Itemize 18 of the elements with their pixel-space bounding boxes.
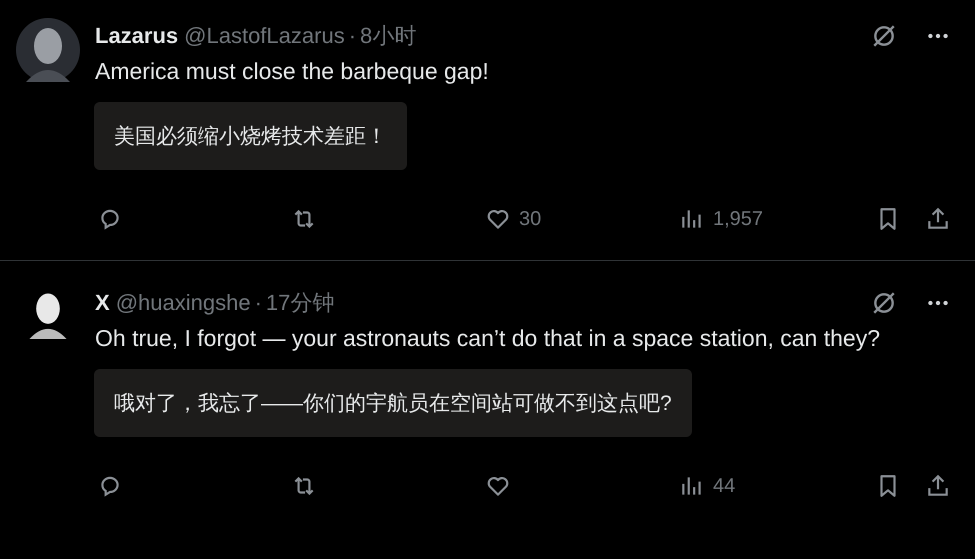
separator-dot: ·: [254, 290, 262, 316]
post-text: Oh true, I forgot — your astronauts can’t do that in a space station, can they?: [95, 324, 881, 353]
post-text: America must close the barbeque gap!: [95, 57, 490, 86]
author-handle[interactable]: @LastofLazarus: [184, 23, 345, 49]
slashed-circle-icon[interactable]: [871, 290, 897, 316]
view-count: 44: [713, 474, 736, 498]
separator-dot: ·: [348, 23, 356, 49]
slashed-circle-icon[interactable]: [871, 23, 897, 49]
author-name[interactable]: X: [95, 290, 110, 316]
post-time[interactable]: 17分钟: [266, 288, 334, 318]
translation-text: 美国必须缩小烧烤技术差距！: [94, 102, 407, 170]
post-time[interactable]: 8小时: [360, 21, 416, 51]
translation-text: 哦对了，我忘了——你们的宇航员在空间站可做不到这点吧?: [94, 369, 692, 437]
view-count: 1,957: [713, 208, 764, 230]
author-handle[interactable]: @huaxingshe: [116, 290, 251, 316]
avatar[interactable]: [16, 18, 80, 82]
like-count: 30: [519, 208, 542, 230]
author-name[interactable]: Lazarus: [95, 23, 178, 49]
